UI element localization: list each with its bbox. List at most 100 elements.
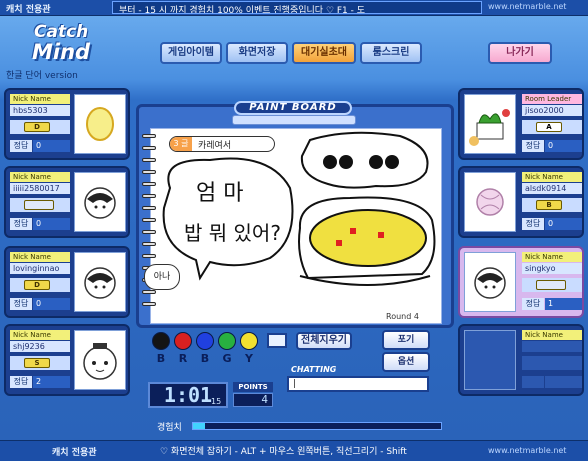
paint-board-tab [232, 115, 356, 125]
game-item-button[interactable]: 게임아이템 [160, 42, 222, 64]
palette-letter: B [156, 352, 166, 365]
player-score [545, 376, 582, 388]
green-paint-icon[interactable] [218, 332, 236, 350]
chat-input[interactable]: | [287, 376, 429, 392]
palette-letter: G [222, 352, 232, 365]
logo-line2: Mind [32, 40, 91, 64]
chat-bubble: 아나 [144, 264, 180, 290]
yellow-paint-icon[interactable] [240, 332, 258, 350]
player-score: 0 [33, 218, 70, 230]
points-label: POINTS [233, 382, 273, 392]
nick-name-label: Nick Name [10, 172, 70, 182]
round-indicator: Round 4 [386, 312, 419, 321]
avatar [74, 94, 126, 154]
nick-name-label: Nick Name [522, 252, 582, 262]
nick-name-label: Nick Name [10, 94, 70, 104]
screen-save-button[interactable]: 화면저장 [226, 42, 288, 64]
item-slot [522, 356, 582, 370]
player-panel-right-1[interactable]: Room Leader jisoo2000 A 정답 0 [458, 88, 584, 160]
player-nick: hbs5303 [10, 105, 70, 116]
item-slot: A [522, 120, 582, 134]
red-paint-icon[interactable] [174, 332, 192, 350]
nick-name-label: Nick Name [522, 172, 582, 182]
score-label: 정답 [10, 298, 32, 310]
score-label: 정답 [10, 376, 32, 388]
exp-bar-fill [193, 423, 206, 429]
player-panel-left-1[interactable]: Nick Name hbs5303 D 정답 0 [4, 88, 130, 160]
cake-avatar-icon [469, 109, 510, 146]
room-screen-button[interactable]: 룸스크린 [360, 42, 422, 64]
hint-word: 카레여서 [198, 141, 232, 151]
snowman-avatar-icon [83, 343, 117, 380]
player-panel-left-2[interactable]: Nick Name iiiii2580017 정답 0 [4, 166, 130, 238]
item-icon: D [24, 122, 50, 132]
site-url: www.netmarble.net [488, 2, 567, 11]
item-icon [24, 200, 54, 210]
nick-name-label: Nick Name [10, 330, 70, 340]
score-label: 정답 [522, 218, 544, 230]
avatar [464, 172, 516, 232]
room-leader-label: Room Leader [522, 94, 582, 104]
player-panel-right-4-empty: Nick Name [458, 324, 584, 396]
avatar [464, 94, 516, 154]
palette-letter: Y [245, 352, 253, 365]
item-icon: D [24, 280, 50, 290]
timer-seconds: 15 [211, 397, 222, 406]
player-panel-right-2[interactable]: Nick Name alsdk0914 B 정답 0 [458, 166, 584, 238]
event-ticker: 부터 - 15 시 까지 경험치 100% 이벤트 진행중입니다 ♡ F1 - … [112, 1, 482, 14]
hint-letter-count: 3 글 [170, 137, 192, 151]
player-panel-right-3[interactable]: Nick Name singkyo 정답 1 [458, 246, 584, 318]
player-nick: alsdk0914 [522, 183, 582, 194]
ball-avatar-icon [476, 188, 504, 216]
palette-letter: R [178, 352, 188, 365]
player-nick: lovinginnao [10, 263, 70, 274]
score-label: 정답 [10, 140, 32, 152]
player-panel-left-4[interactable]: Nick Name shj9236 S 정답 2 [4, 324, 130, 396]
drawn-text-line2: 밥 뭐 있어? [184, 221, 281, 245]
rice-ball-avatar-icon [84, 187, 116, 219]
bottom-tip-bar: 캐치 전용관 ♡ 화면전체 잡하기 - ALT + 마우스 왼쪽버튼, 직선그리… [0, 440, 588, 461]
shortcut-tip: ♡ 화면전체 잡하기 - ALT + 마우스 왼쪽버튼, 직선그리기 - Shi… [160, 447, 407, 457]
item-slot: S [10, 356, 70, 370]
avatar [464, 252, 516, 312]
give-up-button[interactable]: 포기 [382, 330, 430, 350]
top-ticker-bar: 캐치 전용관 부터 - 15 시 까지 경험치 100% 이벤트 진행중입니다 … [0, 0, 588, 16]
chatting-label: CHATTING [291, 365, 337, 374]
exit-button[interactable]: 나가기 [488, 42, 552, 64]
player-score: 2 [33, 376, 70, 388]
item-icon: A [536, 122, 562, 132]
channel-tag: 캐치 전용관 [52, 448, 97, 458]
blue-paint-icon[interactable] [196, 332, 214, 350]
item-icon: B [536, 200, 562, 210]
black-paint-icon[interactable] [152, 332, 170, 350]
paint-board-title: PAINT BOARD [234, 101, 352, 115]
player-panel-left-3[interactable]: Nick Name lovinginnao D 정답 0 [4, 246, 130, 318]
item-icon [536, 280, 566, 290]
site-url: www.netmarble.net [488, 446, 567, 455]
game-window: 캐치 전용관 부터 - 15 시 까지 경험치 100% 이벤트 진행중입니다 … [0, 0, 588, 461]
sketch-drawing: 엄 마 밥 뭐 있어? [162, 131, 436, 286]
lobby-invite-button[interactable]: 대기실초대 [292, 42, 356, 64]
eraser-swatch[interactable] [267, 333, 287, 348]
word-hint: 3 글 카레여서 [169, 136, 275, 152]
player-score: 0 [545, 218, 582, 230]
exp-bar [192, 422, 442, 430]
rice-ball-avatar-icon [84, 267, 116, 299]
logo-line1: Catch [34, 22, 89, 42]
player-score: 0 [33, 298, 70, 310]
item-icon: S [24, 358, 50, 368]
version-label: 한글 단어 version [6, 71, 78, 81]
channel-tag: 캐치 전용관 [6, 5, 51, 15]
clear-all-button[interactable]: 전체지우기 [296, 332, 352, 350]
avatar [464, 330, 516, 390]
player-nick: singkyo [522, 263, 582, 274]
options-button[interactable]: 옵션 [382, 352, 430, 372]
color-palette: B R B G Y [150, 330, 270, 370]
score-label: 정답 [10, 218, 32, 230]
catchmind-logo: Catch Mind [24, 20, 114, 66]
score-label: 정답 [522, 298, 544, 310]
player-nick: jisoo2000 [522, 105, 582, 116]
player-score: 0 [545, 140, 582, 152]
points-value: 4 [233, 393, 273, 407]
palette-letter: B [200, 352, 210, 365]
